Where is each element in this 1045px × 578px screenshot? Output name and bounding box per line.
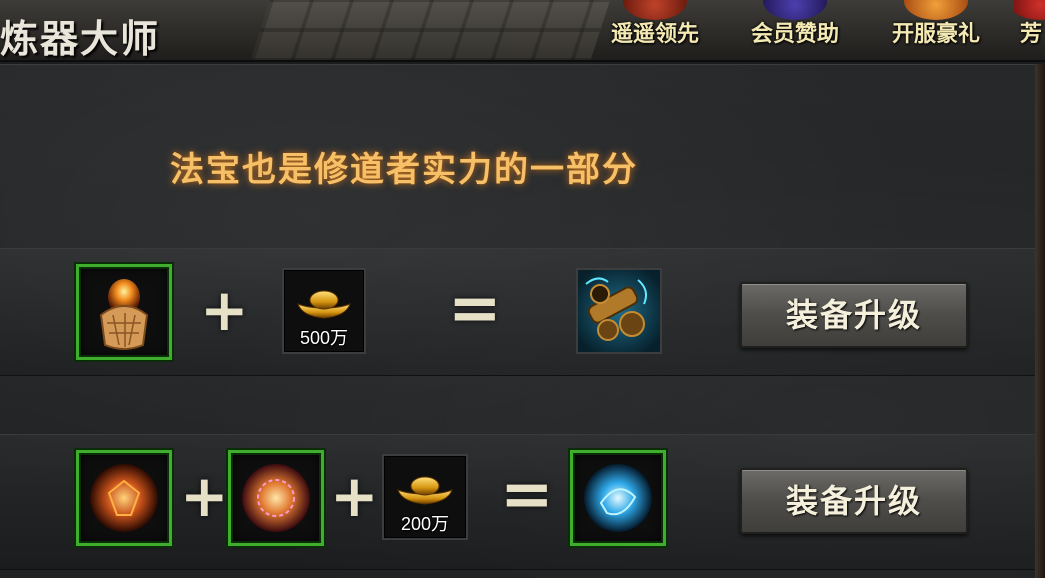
- item-quantity: 500万: [299, 328, 349, 348]
- menu-item-label: 遥遥领先: [610, 21, 699, 47]
- flame-pouch-icon: [99, 279, 149, 350]
- plus-icon: +: [200, 276, 249, 344]
- item-quantity: 200万: [400, 514, 450, 534]
- fire-orb-icon: [90, 464, 158, 532]
- panel-edge: [1035, 64, 1045, 578]
- panel-subtitle: 法宝也是修道者实力的一部分: [170, 150, 638, 190]
- gold-ingot-icon: [397, 476, 453, 505]
- item-slot[interactable]: [76, 264, 172, 360]
- item-slot[interactable]: [76, 450, 172, 546]
- equals-icon: =: [500, 458, 554, 532]
- menu-item-gift[interactable]: 开服豪礼: [866, 0, 1006, 60]
- upgrade-equipment-button[interactable]: 装备升级: [740, 282, 968, 348]
- gold-ingot-icon: [297, 290, 351, 319]
- item-slot[interactable]: 500万: [282, 268, 366, 354]
- menu-item-more[interactable]: 芳: [1014, 0, 1045, 60]
- item-slot[interactable]: [228, 450, 324, 546]
- plus-icon: +: [180, 462, 229, 530]
- result-slot[interactable]: [576, 268, 662, 354]
- page-title: 炼器大师: [0, 16, 161, 61]
- top-header: 炼器大师 遥遥领先 会员赞助 开服豪礼 芳: [0, 0, 1045, 62]
- result-slot[interactable]: [570, 450, 666, 546]
- flame-orb-icon: [242, 464, 310, 532]
- menu-item-label: 会员赞助: [750, 21, 839, 47]
- header-ornament: [249, 0, 611, 60]
- item-slot[interactable]: 200万: [382, 454, 468, 540]
- menu-item-label: 芳: [1020, 21, 1043, 47]
- upgrade-equipment-button[interactable]: 装备升级: [740, 468, 968, 534]
- ice-orb-icon: [584, 464, 652, 532]
- equals-icon: =: [448, 272, 502, 346]
- menu-item-lead[interactable]: 遥遥领先: [585, 0, 725, 60]
- menu-item-label: 开服豪礼: [891, 21, 980, 47]
- plus-icon: +: [330, 462, 379, 530]
- menu-item-vip[interactable]: 会员赞助: [725, 0, 865, 60]
- cannon-icon: [578, 270, 660, 352]
